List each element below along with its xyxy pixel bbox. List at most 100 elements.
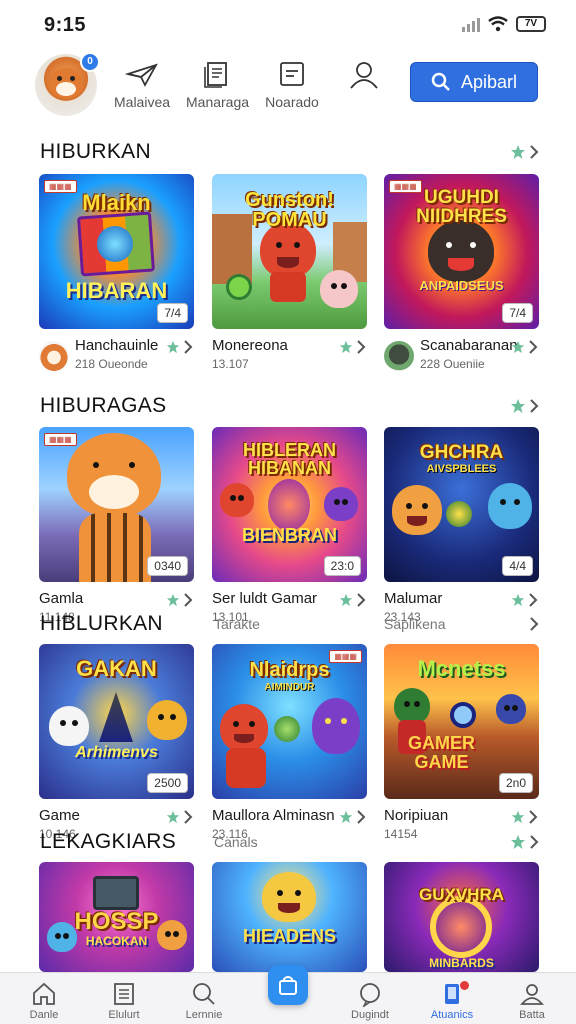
- document-icon: [204, 62, 227, 88]
- profile-button[interactable]: [346, 60, 382, 96]
- section-header: HIBURKAN: [40, 140, 540, 168]
- game-card[interactable]: HIBLERAN HIBANAN BIENBRAN 23:0 Ser luldt…: [212, 427, 367, 636]
- card-actions[interactable]: [166, 809, 194, 825]
- signal-icon: [462, 16, 480, 32]
- nav-item-malaivea[interactable]: Malaivea: [114, 60, 170, 110]
- battery-icon: 7V: [516, 16, 546, 32]
- game-thumbnail: GAKAN Arhimenvs 2500: [39, 644, 194, 799]
- chevron-right-icon: [529, 340, 538, 354]
- game-thumbnail: HIEADENS: [212, 862, 367, 972]
- card-info: Monereona 13.107: [212, 337, 367, 383]
- nav-label: Noarado: [265, 94, 319, 110]
- star-icon: [511, 593, 525, 607]
- game-title: Ser luldt Gamar: [212, 590, 318, 607]
- game-card[interactable]: ▦▦▦ Nlaidrps AIMINDUR Maullora Alminasn …: [212, 644, 367, 853]
- section-header: LEKAGKIARS Canals: [40, 830, 540, 858]
- star-icon: [339, 593, 353, 607]
- chat-icon: [360, 983, 380, 1007]
- game-card[interactable]: GAKAN Arhimenvs 2500 Game 10.146: [39, 644, 194, 853]
- game-card[interactable]: Gunston! POMAU Monereona 13.107: [212, 174, 367, 383]
- card-actions[interactable]: [339, 592, 367, 608]
- game-thumbnail: ▦▦▦ Nlaidrps AIMINDUR: [212, 644, 367, 799]
- section-title: HIBURKAN: [40, 140, 151, 163]
- section-subtitle: Tarakte: [214, 616, 260, 632]
- tab-danle[interactable]: Danle: [4, 981, 84, 1021]
- chevron-right-icon: [184, 810, 193, 824]
- list-icon: [114, 983, 134, 1005]
- card-info: Scanabaranan 228 Oueniie: [384, 337, 539, 383]
- tab-center-button[interactable]: [268, 965, 308, 1005]
- game-title: Hanchauinle: [75, 337, 159, 354]
- tab-dugindt[interactable]: Dugindt: [330, 981, 410, 1021]
- tab-elulurt[interactable]: Elulurt: [84, 981, 164, 1021]
- search-label: Apibarl: [460, 71, 518, 92]
- card-actions[interactable]: [511, 592, 539, 608]
- star-icon: [166, 593, 180, 607]
- card-actions[interactable]: [166, 339, 194, 355]
- search-icon: [193, 983, 215, 1005]
- game-thumbnail: Mcnetss GAMER GAME 2n0: [384, 644, 539, 799]
- search-icon: [431, 72, 450, 91]
- game-thumbnail: ▦▦▦ 0340: [39, 427, 194, 582]
- game-card[interactable]: HIEADENS: [212, 862, 367, 972]
- game-card[interactable]: GHCHRA AIVSPBLEES 4/4 Malumar 23.143: [384, 427, 539, 636]
- game-thumbnail: ▦▦▦ Mlaikn HIBARAN 7/4: [39, 174, 194, 329]
- chevron-right-icon: [357, 593, 366, 607]
- search-button[interactable]: Apibarl: [410, 62, 538, 102]
- tab-atuanics[interactable]: Atuanics: [412, 981, 492, 1021]
- section-title: LEKAGKIARS: [40, 830, 177, 853]
- game-card[interactable]: Mcnetss GAMER GAME 2n0 Noripiuan 14154: [384, 644, 539, 853]
- game-card[interactable]: ▦▦▦ Mlaikn HIBARAN 7/4 Hanchauinle 218 O…: [39, 174, 194, 383]
- game-title: Malumar: [384, 590, 443, 607]
- section-title: HIBLURKAN: [40, 612, 163, 635]
- card-actions[interactable]: [511, 339, 539, 355]
- game-thumbnail: Gunston! POMAU: [212, 174, 367, 329]
- section-more-button[interactable]: [510, 834, 540, 850]
- section-more-button[interactable]: [510, 398, 540, 414]
- game-title: Maullora Alminasn: [212, 807, 335, 824]
- tab-batta[interactable]: Batta: [492, 981, 572, 1021]
- chevron-right-icon: [357, 340, 366, 354]
- section-subtitle: Saplikena: [384, 616, 446, 632]
- top-nav: 0 Malaivea Manaraga Noarado Apibarl: [0, 52, 576, 120]
- notification-badge: 0: [80, 52, 100, 72]
- list-icon: [280, 62, 304, 86]
- star-icon: [511, 835, 525, 849]
- chevron-right-icon: [530, 145, 539, 159]
- card-actions[interactable]: [511, 809, 539, 825]
- game-card[interactable]: HOSSP HACOKAN: [39, 862, 194, 972]
- status-bar: 9:15 7V: [0, 0, 576, 52]
- card-actions[interactable]: [166, 592, 194, 608]
- card-actions[interactable]: [339, 339, 367, 355]
- person-icon: [520, 984, 544, 1005]
- game-icon: [384, 341, 414, 371]
- star-icon: [511, 145, 525, 159]
- nav-label: Malaivea: [114, 94, 171, 110]
- game-thumbnail: GHCHRA AIVSPBLEES 4/4: [384, 427, 539, 582]
- tab-lernnie[interactable]: Lernnie: [164, 981, 244, 1021]
- game-card[interactable]: ▦▦▦ UGUHDI NIIDHRES ANPAIDSEUS 7/4 Scana…: [384, 174, 539, 383]
- game-card[interactable]: ▦▦▦ 0340 Gamla 11.148: [39, 427, 194, 636]
- section-subtitle: Canals: [214, 834, 258, 850]
- chevron-right-icon: [184, 340, 193, 354]
- game-title: Scanabaranan: [420, 337, 518, 354]
- section-header: HIBLURKAN Tarakte Saplikena: [40, 612, 540, 640]
- section-more-button[interactable]: [528, 616, 540, 632]
- status-time: 9:15: [44, 14, 87, 36]
- star-icon: [511, 810, 525, 824]
- chevron-right-icon: [530, 835, 539, 849]
- section-more-button[interactable]: [510, 144, 540, 160]
- nav-item-manaraga[interactable]: Manaraga: [186, 60, 250, 110]
- game-card[interactable]: GUXVHRA MINBARDS: [384, 862, 539, 972]
- game-thumbnail: HIBLERAN HIBANAN BIENBRAN 23:0: [212, 427, 367, 582]
- paper-plane-icon: [125, 63, 158, 87]
- bottom-tab-bar: Danle Elulurt Lernnie Dugindt Atuanics B…: [0, 965, 576, 1024]
- nav-item-noarado[interactable]: Noarado: [264, 60, 320, 110]
- star-icon: [166, 810, 180, 824]
- game-thumbnail: ▦▦▦ UGUHDI NIIDHRES ANPAIDSEUS 7/4: [384, 174, 539, 329]
- game-icon: [39, 341, 69, 371]
- nav-label: Manaraga: [186, 94, 250, 110]
- card-actions[interactable]: [339, 809, 367, 825]
- star-icon: [339, 810, 353, 824]
- star-icon: [339, 340, 353, 354]
